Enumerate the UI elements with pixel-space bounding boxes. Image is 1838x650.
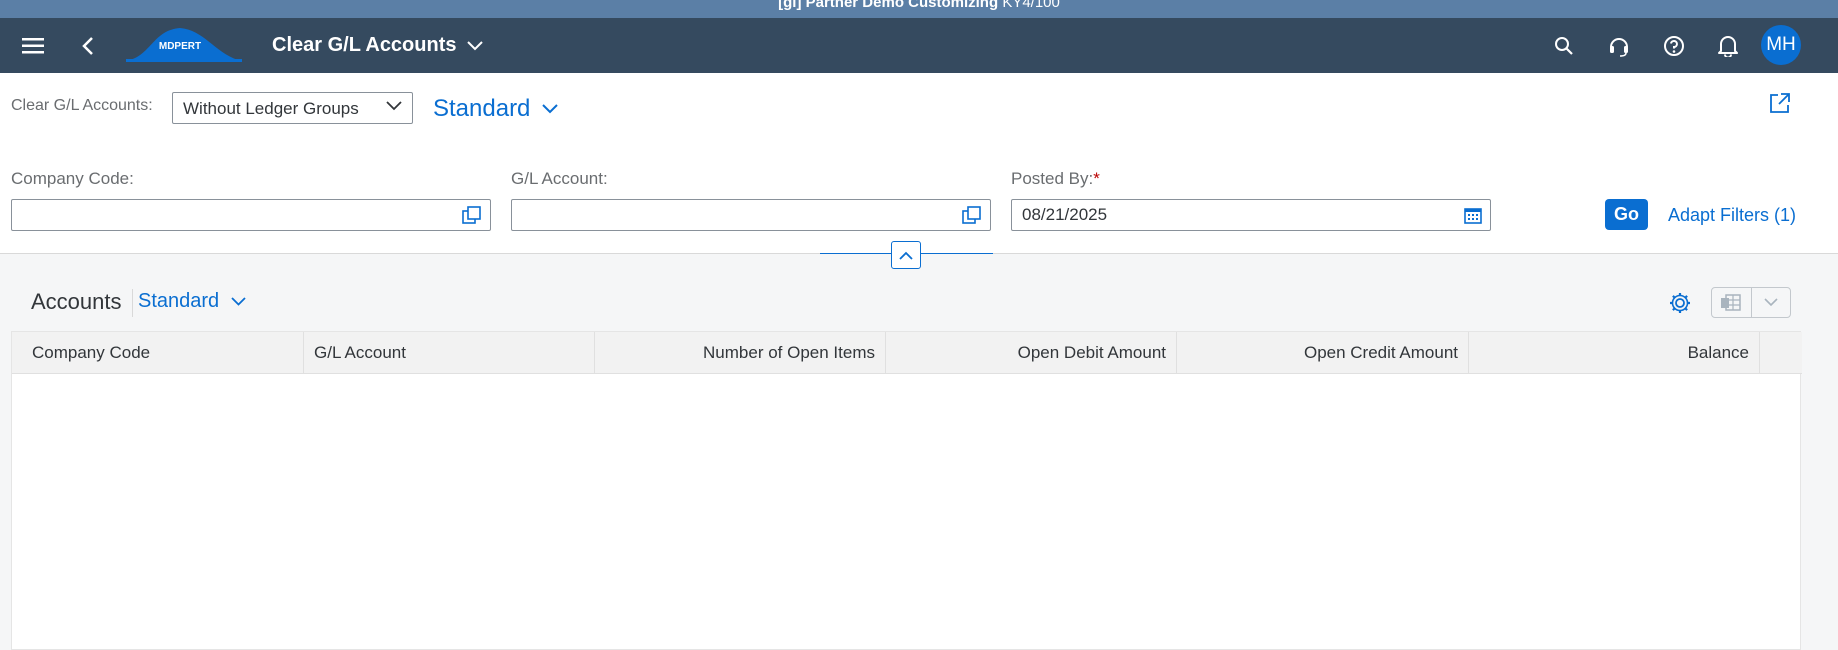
posted-by-date-input[interactable]: 08/21/2025 xyxy=(1011,199,1491,231)
column-header-spacer xyxy=(1760,332,1800,374)
app-title: Clear G/L Accounts xyxy=(272,34,457,56)
chevron-down-icon xyxy=(386,101,402,111)
logo-text: MDPERT xyxy=(159,41,201,52)
ledger-group-select[interactable]: Without Ledger Groups xyxy=(172,92,413,124)
value-help-icon[interactable] xyxy=(962,206,982,229)
help-icon[interactable] xyxy=(1654,26,1694,66)
chevron-up-icon xyxy=(899,251,913,260)
page-variant-name: Standard xyxy=(433,95,531,122)
posted-by-label-text: Posted By: xyxy=(1011,169,1094,188)
user-avatar[interactable]: MH xyxy=(1761,25,1801,65)
shell-bar: MDPERT Clear G/L Accounts MH xyxy=(0,18,1838,73)
column-header-open-credit-amount[interactable]: Open Credit Amount xyxy=(1177,332,1469,374)
search-icon[interactable] xyxy=(1544,26,1584,66)
column-header-gl-account[interactable]: G/L Account xyxy=(304,332,595,374)
export-split-button xyxy=(1711,287,1791,318)
value-help-icon[interactable] xyxy=(462,206,482,229)
ledger-select-label: Clear G/L Accounts: xyxy=(11,97,153,114)
company-logo[interactable]: MDPERT xyxy=(126,24,242,68)
table-title: Accounts xyxy=(31,289,122,314)
collapse-header-button[interactable] xyxy=(891,241,921,269)
accounts-table: Company Code G/L Account Number of Open … xyxy=(11,331,1802,650)
menu-icon[interactable] xyxy=(13,26,53,66)
column-header-company-code[interactable]: Company Code xyxy=(12,332,304,374)
collapse-divider-right xyxy=(921,253,993,254)
go-button[interactable]: Go xyxy=(1605,199,1648,230)
table-settings-gear-icon[interactable] xyxy=(1667,290,1693,321)
page-variant-management[interactable]: Standard xyxy=(433,95,559,123)
table-header-row: Company Code G/L Account Number of Open … xyxy=(12,332,1802,374)
support-headset-icon[interactable] xyxy=(1599,26,1639,66)
filter-header: Clear G/L Accounts: Without Ledger Group… xyxy=(0,73,1838,269)
table-variant-name: Standard xyxy=(138,290,220,312)
export-to-spreadsheet-icon[interactable] xyxy=(1712,288,1751,317)
app-title-menu[interactable]: Clear G/L Accounts xyxy=(272,34,483,57)
adapt-filters-button[interactable]: Adapt Filters (1) xyxy=(1668,205,1796,226)
column-header-balance[interactable]: Balance xyxy=(1469,332,1760,374)
table-variant-management[interactable]: Standard xyxy=(138,290,246,313)
back-icon[interactable] xyxy=(68,26,108,66)
company-code-input[interactable] xyxy=(11,199,491,231)
system-bar: [gi] Partner Demo Customizing KY4/100 xyxy=(0,0,1838,18)
export-menu-chevron-down-icon[interactable] xyxy=(1750,288,1790,317)
column-header-number-of-open-items[interactable]: Number of Open Items xyxy=(595,332,886,374)
calendar-icon[interactable] xyxy=(1464,206,1482,229)
chevron-down-icon xyxy=(542,104,559,114)
system-id: KY4/100 xyxy=(1002,0,1060,11)
share-icon[interactable] xyxy=(1768,91,1792,120)
chevron-down-icon xyxy=(466,40,483,50)
collapse-divider-left xyxy=(820,253,891,254)
posted-by-value: 08/21/2025 xyxy=(1022,205,1108,224)
system-bar-title: [gi] Partner Demo Customizing xyxy=(778,0,999,11)
toolbar-separator xyxy=(132,289,133,317)
required-marker: * xyxy=(1093,169,1100,188)
column-header-open-debit-amount[interactable]: Open Debit Amount xyxy=(886,332,1177,374)
notifications-bell-icon[interactable] xyxy=(1708,26,1748,66)
ledger-select-value: Without Ledger Groups xyxy=(183,99,359,118)
gl-account-input[interactable] xyxy=(511,199,991,231)
gl-account-label: G/L Account: xyxy=(511,169,608,188)
posted-by-label: Posted By:* xyxy=(1011,169,1100,189)
company-code-label: Company Code: xyxy=(11,169,134,188)
chevron-down-icon xyxy=(231,297,246,306)
